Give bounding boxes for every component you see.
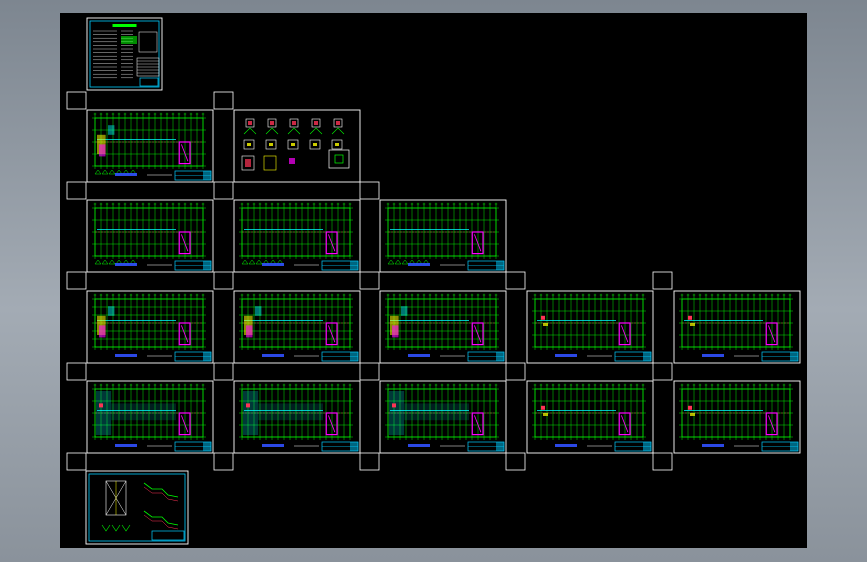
viewport-tile — [652, 452, 673, 471]
viewport-tile — [213, 181, 234, 200]
viewport-tile — [505, 271, 526, 290]
sheet-slab-plan-4[interactable] — [526, 380, 654, 454]
viewport-tile — [66, 452, 87, 471]
sheet-slab-plan-1[interactable] — [86, 380, 214, 454]
drawing-canvas[interactable] — [60, 13, 807, 548]
viewport-tile — [213, 271, 234, 290]
sheet-slab-plan-2[interactable] — [233, 380, 361, 454]
sheet-stair-details[interactable] — [85, 470, 189, 545]
sheet-beam-plan-3[interactable] — [379, 290, 507, 364]
sheet-design-notes[interactable] — [86, 17, 163, 91]
sheet-column-plan-2[interactable] — [233, 199, 361, 273]
sheet-slab-plan-5[interactable] — [673, 380, 801, 454]
sheet-beam-plan-5[interactable] — [673, 290, 801, 364]
sheet-beam-plan-1[interactable] — [86, 290, 214, 364]
viewport-tile — [213, 91, 234, 110]
cad-model-space[interactable] — [60, 13, 807, 548]
viewport-tile — [213, 452, 234, 471]
viewport-tile — [66, 181, 87, 200]
viewport-tile — [359, 181, 380, 200]
sheet-foundation-plan[interactable] — [86, 109, 214, 183]
viewport-tile — [359, 362, 380, 381]
viewport-tile — [359, 271, 380, 290]
viewport-tile — [505, 452, 526, 471]
viewport-tile — [213, 362, 234, 381]
sheet-column-plan-1[interactable] — [86, 199, 214, 273]
sheet-slab-plan-3[interactable] — [379, 380, 507, 454]
sheet-beam-plan-4[interactable] — [526, 290, 654, 364]
viewport-tile — [652, 271, 673, 290]
viewport-tile — [66, 362, 87, 381]
viewport-tile — [505, 362, 526, 381]
viewport-tile — [359, 452, 380, 471]
viewport-tile — [652, 362, 673, 381]
sheet-column-plan-3[interactable] — [379, 199, 507, 273]
sheet-foundation-details[interactable] — [233, 109, 361, 183]
viewport-tile — [66, 91, 87, 110]
viewport-tile — [66, 271, 87, 290]
sheet-beam-plan-2[interactable] — [233, 290, 361, 364]
